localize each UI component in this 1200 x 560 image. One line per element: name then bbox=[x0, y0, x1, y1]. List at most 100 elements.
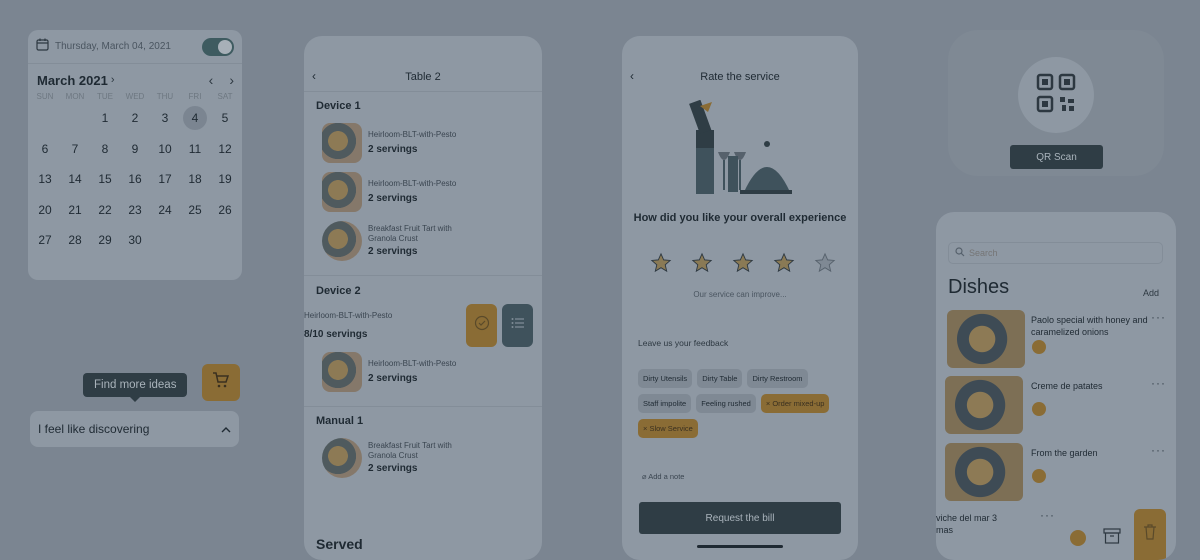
add-note-link[interactable]: ⌀ Add a note bbox=[642, 472, 684, 481]
feedback-chip-selected[interactable]: × Order mixed-up bbox=[760, 394, 830, 413]
feedback-label: Leave us your feedback bbox=[638, 338, 729, 348]
calendar-day[interactable]: 1 bbox=[90, 103, 120, 134]
calendar-empty-cell bbox=[60, 103, 90, 134]
device-1-section: Device 1 Heirloom-BLT-with-Pesto 2 servi… bbox=[304, 92, 542, 276]
calendar-icon[interactable] bbox=[36, 38, 49, 56]
calendar-day-number: 17 bbox=[158, 172, 172, 187]
weekday-label: SAT bbox=[217, 92, 233, 101]
star-icon[interactable] bbox=[732, 252, 754, 279]
calendar-day[interactable]: 13 bbox=[30, 164, 60, 195]
calendar-day[interactable]: 10 bbox=[150, 134, 180, 165]
order-item[interactable]: Heirloom-BLT-with-Pesto 2 servings bbox=[316, 347, 542, 396]
qr-code-icon bbox=[1036, 73, 1076, 118]
feedback-chip[interactable]: Dirty Table bbox=[697, 369, 743, 388]
feedback-chip[interactable]: Staff impolite bbox=[638, 394, 692, 413]
calendar-day[interactable]: 12 bbox=[210, 134, 240, 165]
rate-header: ‹ Rate the service bbox=[622, 36, 858, 92]
calendar-day[interactable]: 21 bbox=[60, 195, 90, 226]
star-icon[interactable] bbox=[814, 252, 836, 279]
calendar-day[interactable]: 16 bbox=[120, 164, 150, 195]
order-item[interactable]: Breakfast Fruit Tart with Granola Crust … bbox=[316, 433, 542, 482]
archive-icon[interactable] bbox=[1103, 528, 1121, 549]
calendar-day[interactable]: 5 bbox=[210, 103, 240, 134]
selected-date-text: Thursday, March 04, 2021 bbox=[55, 41, 171, 52]
dish-image bbox=[945, 376, 1023, 434]
qr-scan-label[interactable]: QR Scan bbox=[1010, 145, 1103, 169]
delete-dish-button[interactable] bbox=[1134, 509, 1166, 560]
more-options-icon[interactable]: ··· bbox=[1040, 508, 1055, 522]
item-options-button[interactable] bbox=[502, 303, 533, 347]
more-options-icon[interactable]: ··· bbox=[1151, 376, 1166, 390]
calendar-day-number: 5 bbox=[221, 111, 229, 126]
cart-button[interactable] bbox=[202, 364, 240, 401]
more-options-icon[interactable]: ··· bbox=[1151, 310, 1166, 324]
star-icon[interactable] bbox=[650, 252, 672, 279]
calendar-day-number: 6 bbox=[41, 141, 49, 156]
calendar-day[interactable]: 29 bbox=[90, 225, 120, 256]
chip-label: Dirty Utensils bbox=[643, 374, 688, 383]
dishes-title: Dishes bbox=[948, 276, 1010, 298]
calendar-day[interactable]: 14 bbox=[60, 164, 90, 195]
order-item[interactable]: Heirloom-BLT-with-Pesto 2 servings bbox=[316, 167, 542, 216]
chevron-up-icon bbox=[221, 422, 231, 436]
weekday-label: WED bbox=[125, 92, 145, 101]
calendar-day[interactable]: 28 bbox=[60, 225, 90, 256]
dish-list-item[interactable]: From the garden ··· bbox=[944, 443, 1168, 505]
calendar-day-number: 2 bbox=[131, 111, 139, 126]
request-bill-button[interactable]: Request the bill bbox=[639, 502, 841, 534]
star-rating[interactable] bbox=[650, 252, 836, 279]
order-item[interactable]: Breakfast Fruit Tart with Granola Crust … bbox=[316, 216, 542, 265]
calendar-day[interactable]: 26 bbox=[210, 195, 240, 226]
calendar-empty-cell bbox=[30, 103, 60, 134]
calendar-day[interactable]: 8 bbox=[90, 134, 120, 165]
dish-thumbnail bbox=[322, 171, 362, 212]
list-icon bbox=[511, 316, 525, 334]
calendar-day[interactable]: 17 bbox=[150, 164, 180, 195]
dish-status-badge bbox=[1032, 469, 1046, 483]
calendar-day-number: 27 bbox=[38, 233, 52, 248]
feedback-chip-selected[interactable]: × Slow Service bbox=[638, 419, 698, 438]
calendar-day[interactable]: 27 bbox=[30, 225, 60, 256]
month-label[interactable]: March 2021 bbox=[37, 73, 108, 88]
calendar-day[interactable]: 7 bbox=[60, 134, 90, 165]
calendar-day[interactable]: 2 bbox=[120, 103, 150, 134]
more-options-icon[interactable]: ··· bbox=[1151, 443, 1166, 457]
calendar-day[interactable]: 25 bbox=[180, 195, 210, 226]
swiped-order-item[interactable]: Heirloom-BLT-with-Pesto 8/10 servings bbox=[304, 303, 542, 347]
previous-month-icon[interactable]: ‹ bbox=[209, 72, 214, 88]
feedback-chip[interactable]: Dirty Utensils bbox=[638, 369, 693, 388]
star-icon[interactable] bbox=[691, 252, 713, 279]
qr-scan-button[interactable] bbox=[1018, 57, 1094, 133]
calendar-day[interactable]: 11 bbox=[180, 134, 210, 165]
calendar-day[interactable]: 19 bbox=[210, 164, 240, 195]
dish-status-badge bbox=[1032, 340, 1046, 354]
feedback-chip[interactable]: Feeling rushed bbox=[696, 394, 756, 413]
calendar-day[interactable]: 9 bbox=[120, 134, 150, 165]
calendar-day-number: 29 bbox=[98, 233, 112, 248]
calendar-day[interactable]: 3 bbox=[150, 103, 180, 134]
next-month-icon[interactable]: › bbox=[229, 72, 234, 88]
discover-dropdown[interactable]: I feel like discovering bbox=[30, 411, 239, 447]
dish-list-item[interactable]: Creme de patates ··· bbox=[944, 376, 1168, 438]
calendar-day[interactable]: 4 bbox=[180, 103, 210, 134]
calendar-day[interactable]: 15 bbox=[90, 164, 120, 195]
star-icon[interactable] bbox=[773, 252, 795, 279]
calendar-day[interactable]: 23 bbox=[120, 195, 150, 226]
dish-list-item[interactable]: Paolo special with honey and caramelized… bbox=[944, 310, 1168, 372]
calendar-day[interactable]: 22 bbox=[90, 195, 120, 226]
add-dish-button[interactable]: Add bbox=[1143, 288, 1159, 298]
calendar-day[interactable]: 18 bbox=[180, 164, 210, 195]
mark-served-button[interactable] bbox=[466, 303, 497, 347]
calendar-day[interactable]: 20 bbox=[30, 195, 60, 226]
calendar-day[interactable]: 30 bbox=[120, 225, 150, 256]
chevron-right-icon[interactable]: › bbox=[111, 74, 115, 86]
calendar-day-number: 15 bbox=[98, 172, 112, 187]
feedback-chip[interactable]: Dirty Restroom bbox=[747, 369, 808, 388]
order-item[interactable]: Heirloom-BLT-with-Pesto 2 servings bbox=[316, 118, 542, 167]
calendar-day[interactable]: 6 bbox=[30, 134, 60, 165]
dish-status-badge[interactable] bbox=[1070, 530, 1086, 546]
search-field[interactable] bbox=[948, 242, 1163, 264]
date-toggle-switch[interactable] bbox=[202, 37, 234, 56]
search-input[interactable] bbox=[969, 248, 1149, 258]
calendar-day[interactable]: 24 bbox=[150, 195, 180, 226]
